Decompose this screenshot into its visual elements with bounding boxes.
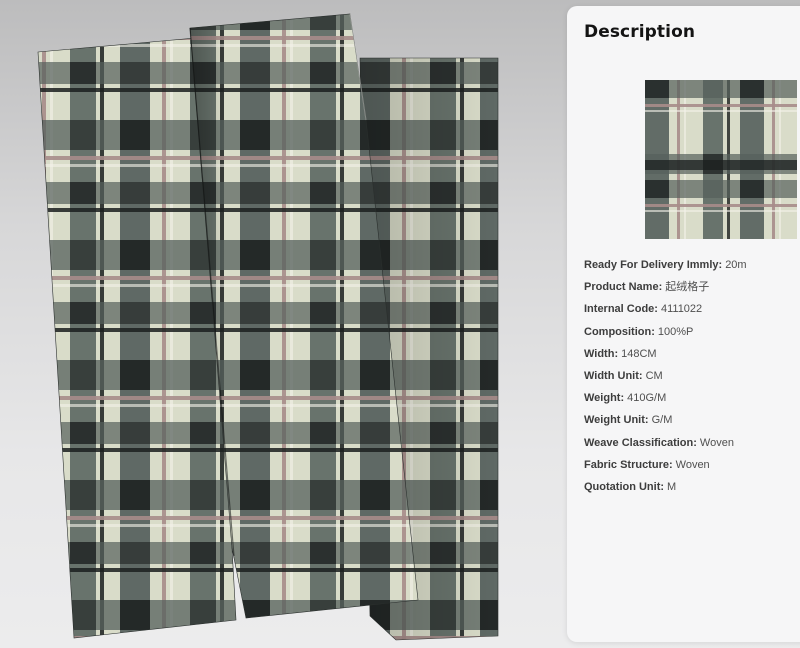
spec-row-weave-classification: Weave Classification: Woven [584, 432, 747, 454]
spec-row-quotation-unit: Quotation Unit: M [584, 476, 747, 498]
spec-value: M [667, 480, 677, 493]
spec-value: 410G/M [627, 392, 667, 405]
spec-row-width-unit: Width Unit: CM [584, 365, 747, 387]
spec-label: Fabric Structure [584, 458, 669, 471]
spec-separator: : [660, 480, 665, 493]
spec-value: Woven [675, 458, 710, 471]
spec-separator: : [718, 259, 723, 271]
spec-row-ready-for-delivery: Ready For Delivery Immly: 20m [584, 254, 747, 276]
spec-label: Weight Unit [584, 414, 645, 427]
spec-label: Product Name [584, 281, 659, 294]
panel-title: Description [584, 22, 696, 42]
spec-value: 4111022 [660, 303, 703, 316]
spec-separator: : [693, 436, 697, 449]
spec-label: Weave Classification [584, 436, 694, 449]
spec-label: Width [584, 347, 615, 360]
description-panel: Description Ready For Delivery Immly: 20… [567, 6, 800, 642]
spec-value: 100%P [657, 325, 694, 338]
spec-value: 148CM [621, 347, 657, 360]
spec-value: CM [645, 369, 663, 382]
spec-separator: : [638, 369, 643, 382]
spec-separator: : [651, 325, 655, 338]
spec-list: Ready For Delivery Immly: 20m Product Nam… [584, 254, 747, 498]
spec-separator: : [644, 414, 649, 427]
spec-row-composition: Composition: 100%P [584, 321, 747, 343]
swatch-image [645, 80, 797, 239]
spec-label: Ready For Delivery Immly [584, 259, 719, 271]
spec-row-weight: Weight: 410G/M [584, 387, 747, 409]
spec-label: Quotation Unit [584, 480, 661, 493]
spec-separator: : [654, 303, 658, 316]
spec-separator: : [614, 347, 619, 360]
spec-row-product-name: Product Name: 起绒格子 [584, 276, 747, 298]
product-detail-view: Description Ready For Delivery Immly: 20… [0, 0, 800, 648]
spec-label: Width Unit [584, 369, 639, 382]
spec-row-fabric-structure: Fabric Structure: Woven [584, 454, 747, 476]
spec-label: Internal Code [584, 303, 655, 316]
spec-separator: : [658, 281, 663, 294]
spec-value: Woven [699, 436, 734, 449]
fabric-image [37, 13, 499, 641]
spec-value: G/M [651, 414, 673, 427]
spec-value: 20m [725, 259, 747, 271]
spec-row-internal-code: Internal Code: 4111022 [584, 298, 747, 320]
spec-separator: : [668, 458, 673, 471]
spec-separator: : [620, 392, 625, 405]
product-photo[interactable] [0, 0, 560, 648]
spec-value: 起绒格子 [665, 281, 710, 294]
spec-row-width: Width: 148CM [584, 343, 747, 365]
fabric-swatch-thumbnail[interactable] [645, 80, 797, 239]
spec-label: Weight [584, 392, 621, 405]
spec-row-weight-unit: Weight Unit: G/M [584, 409, 747, 431]
spec-label: Composition [584, 325, 652, 338]
